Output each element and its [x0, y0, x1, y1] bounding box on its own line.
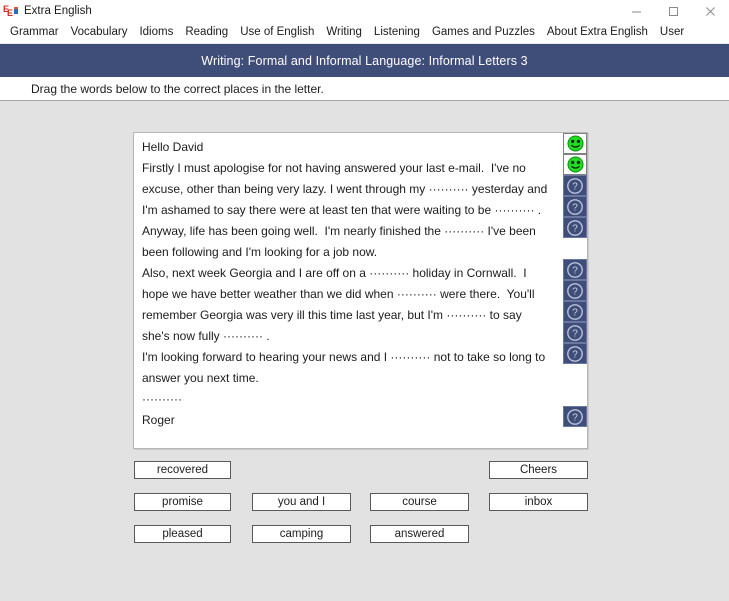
draggable-word-recovered[interactable]: recovered	[134, 461, 231, 479]
rail-slot: ?	[562, 406, 588, 427]
close-icon[interactable]	[692, 0, 729, 22]
word-bank-row: pleased camping answered	[0, 525, 729, 543]
rail-slot: ?	[562, 280, 588, 301]
rail-slot: ?	[562, 259, 588, 280]
help-question-icon[interactable]: ?	[563, 322, 587, 343]
draggable-word-answered[interactable]: answered	[370, 525, 469, 543]
svg-text:?: ?	[572, 286, 578, 297]
help-question-icon[interactable]: ?	[563, 343, 587, 364]
menu-item-reading[interactable]: Reading	[179, 22, 234, 43]
maximize-icon[interactable]	[655, 0, 692, 22]
letter-line: Hello David	[142, 140, 204, 154]
menu-item-games-and-puzzles[interactable]: Games and Puzzles	[426, 22, 541, 43]
letter-line: Also, next week Georgia and I are off on…	[142, 266, 527, 280]
svg-text:?: ?	[572, 223, 578, 234]
letter-line: excuse, other than being very lazy. I we…	[142, 182, 548, 196]
letter-line: I'm ashamed to say there were at least t…	[142, 203, 542, 217]
exercise-workarea: Hello David Firstly I must apologise for …	[0, 101, 729, 601]
menu-item-use-of-english[interactable]: Use of English	[234, 22, 320, 43]
menu-item-idioms[interactable]: Idioms	[133, 22, 179, 43]
rail-slot	[562, 133, 588, 154]
svg-text:E: E	[7, 8, 13, 18]
draggable-word-promise[interactable]: promise	[134, 493, 231, 511]
svg-text:?: ?	[572, 307, 578, 318]
help-question-icon[interactable]: ?	[563, 280, 587, 301]
help-question-icon[interactable]: ?	[563, 217, 587, 238]
help-question-icon[interactable]: ?	[563, 259, 587, 280]
letter-panel: Hello David Firstly I must apologise for …	[133, 132, 588, 449]
draggable-word-course[interactable]: course	[370, 493, 469, 511]
draggable-word-camping[interactable]: camping	[252, 525, 351, 543]
rail-slot	[562, 238, 588, 259]
letter-line: hope we have better weather than we did …	[142, 287, 535, 301]
svg-text:?: ?	[572, 265, 578, 276]
main-menubar: Grammar Vocabulary Idioms Reading Use of Eng…	[0, 22, 729, 44]
help-question-icon[interactable]: ?	[563, 196, 587, 217]
instruction-bar: Drag the words below to the correct plac…	[0, 77, 729, 101]
svg-text:?: ?	[572, 181, 578, 192]
menu-item-listening[interactable]: Listening	[368, 22, 426, 43]
help-question-icon[interactable]: ?	[563, 175, 587, 196]
word-bank-row: promise you and I course inbox	[0, 493, 729, 511]
letter-line: Anyway, life has been going well. I'm ne…	[142, 224, 536, 238]
smiley-face-icon	[563, 133, 587, 154]
menu-item-writing[interactable]: Writing	[320, 22, 368, 43]
draggable-word-pleased[interactable]: pleased	[134, 525, 231, 543]
window-title: Extra English	[24, 5, 92, 17]
help-question-icon[interactable]: ?	[563, 406, 587, 427]
smiley-face-icon	[563, 154, 587, 175]
rail-slot	[562, 385, 588, 406]
svg-text:?: ?	[572, 202, 578, 213]
minimize-icon[interactable]	[618, 0, 655, 22]
rail-slot: ?	[562, 301, 588, 322]
svg-text:?: ?	[572, 328, 578, 339]
menu-item-grammar[interactable]: Grammar	[4, 22, 65, 43]
letter-line: Firstly I must apologise for not having …	[142, 161, 526, 175]
letter-line: been following and I'm looking for a job…	[142, 245, 378, 259]
window-titlebar: E E Extra English	[0, 0, 729, 22]
draggable-word-inbox[interactable]: inbox	[489, 493, 588, 511]
lesson-title: Writing: Formal and Informal Language: I…	[201, 53, 528, 68]
word-bank: recovered Cheers promise you and I course inb…	[0, 461, 729, 571]
letter-line: answer you next time.	[142, 371, 259, 385]
letter-line: she's now fully ·········· .	[142, 329, 270, 343]
letter-line: ··········	[142, 392, 182, 406]
instruction-text: Drag the words below to the correct plac…	[31, 81, 324, 96]
menu-item-vocabulary[interactable]: Vocabulary	[65, 22, 134, 43]
letter-line: Roger	[142, 413, 175, 427]
rail-slot	[562, 154, 588, 175]
rail-slot: ?	[562, 217, 588, 238]
letter-line: I'm looking forward to hearing your news…	[142, 350, 546, 364]
menu-item-user[interactable]: User	[654, 22, 690, 43]
draggable-word-cheers[interactable]: Cheers	[489, 461, 588, 479]
rail-slot: ?	[562, 175, 588, 196]
lesson-banner: Writing: Formal and Informal Language: I…	[0, 44, 729, 77]
rail-slot: ?	[562, 322, 588, 343]
letter-text: Hello David Firstly I must apologise for …	[142, 137, 562, 431]
help-question-icon[interactable]: ?	[563, 301, 587, 322]
rail-slot	[562, 364, 588, 385]
rail-slot: ?	[562, 196, 588, 217]
word-bank-row: recovered Cheers	[0, 461, 729, 479]
app-logo-icon: E E	[0, 0, 22, 22]
menu-item-about-extra-english[interactable]: About Extra English	[541, 22, 654, 43]
draggable-word-you-and-i[interactable]: you and I	[252, 493, 351, 511]
svg-text:?: ?	[572, 349, 578, 360]
rail-slot: ?	[562, 343, 588, 364]
svg-text:?: ?	[572, 412, 578, 423]
letter-line: remember Georgia was very ill this time …	[142, 308, 522, 322]
window-controls	[618, 0, 729, 22]
feedback-icon-rail: ?????????	[562, 133, 588, 427]
